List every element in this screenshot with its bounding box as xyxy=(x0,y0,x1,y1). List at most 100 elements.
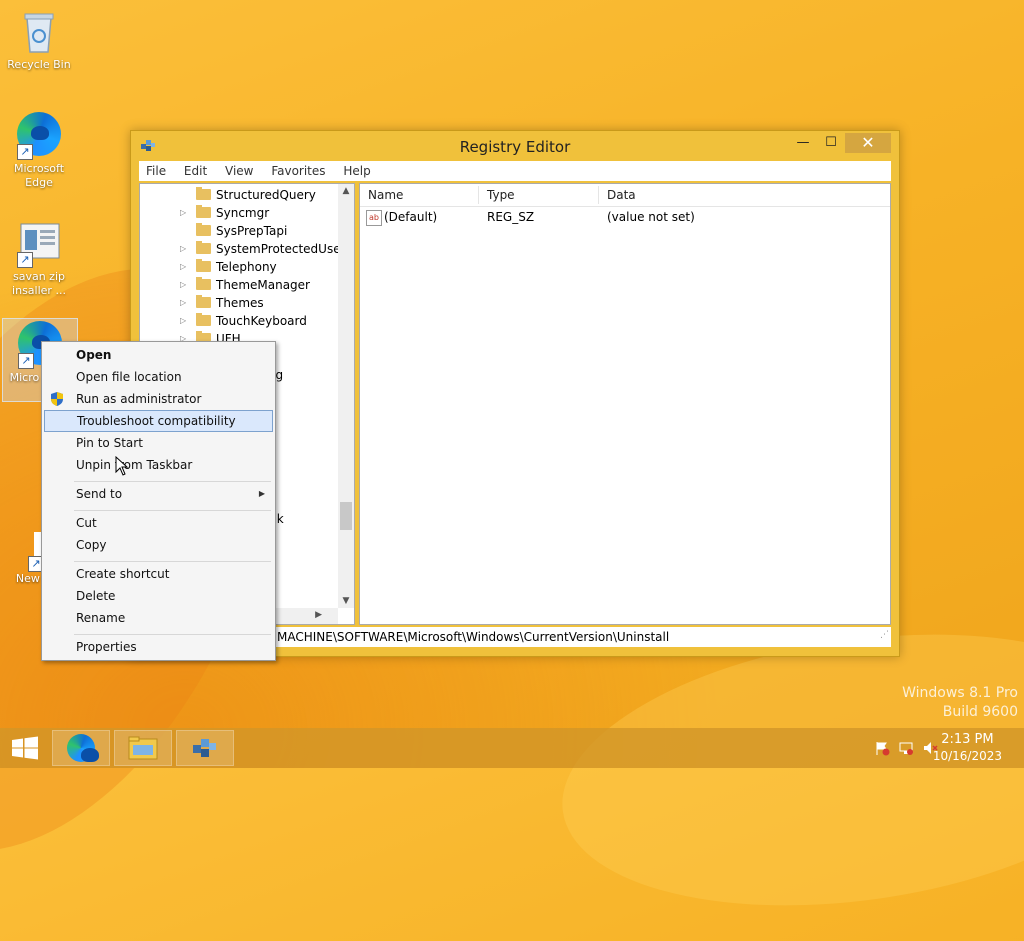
context-menu-item-unpin-from-taskbar[interactable]: Unpin from Taskbar xyxy=(44,454,273,476)
shortcut-arrow-icon: ↗ xyxy=(17,252,33,268)
value-row[interactable]: ab (Default) REG_SZ (value not set) xyxy=(360,210,890,228)
context-menu[interactable]: Open Open file location Run as administrat… xyxy=(41,341,276,661)
expand-arrow-icon[interactable]: ▷ xyxy=(180,294,186,312)
folder-icon xyxy=(196,241,211,254)
context-menu-item-label: Copy xyxy=(76,538,107,552)
title-bar[interactable]: Registry Editor — ☐ ✕ xyxy=(131,131,899,161)
windows-watermark: Windows 8.1 Pro Build 9600 xyxy=(902,684,1018,722)
context-menu-item-rename[interactable]: Rename xyxy=(44,607,273,629)
context-menu-item-label: Pin to Start xyxy=(76,436,143,450)
string-value-icon: ab xyxy=(366,210,382,226)
resize-grip-icon[interactable]: ⋰ xyxy=(880,625,889,645)
scroll-thumb[interactable] xyxy=(340,502,352,530)
desktop-icon-microsoft-edge[interactable]: ↗ Microsoft Edge xyxy=(3,110,75,190)
tree-node-label: SysPrepTapi xyxy=(216,224,288,238)
menu-separator xyxy=(74,510,271,511)
tree-node-label: Themes xyxy=(216,296,264,310)
clock-time: 2:13 PM xyxy=(941,732,994,747)
context-menu-item-label: Properties xyxy=(76,640,137,654)
window-title: Registry Editor xyxy=(459,138,571,156)
mouse-cursor-icon xyxy=(115,456,129,476)
menu-separator xyxy=(74,481,271,482)
desktop-icon-label: Recycle Bin xyxy=(7,58,71,71)
desktop-icon-label: Microsoft Edge xyxy=(13,162,65,189)
desktop-icon-savan-zip[interactable]: ↗ savan zip insaller ... xyxy=(3,220,75,298)
expand-arrow-icon[interactable]: ▷ xyxy=(180,240,186,258)
taskbar-registry-editor-button[interactable] xyxy=(176,730,234,766)
folder-icon xyxy=(196,187,211,200)
minimize-button[interactable]: — xyxy=(789,133,817,153)
tree-node-label: Telephony xyxy=(216,260,277,274)
expand-arrow-icon[interactable]: ▷ xyxy=(180,276,186,294)
network-icon[interactable] xyxy=(898,740,914,756)
context-menu-item-open-file-location[interactable]: Open file location xyxy=(44,366,273,388)
taskbar: 2:13 PM 10/16/2023 xyxy=(0,728,1024,768)
context-menu-item-cut[interactable]: Cut xyxy=(44,512,273,534)
shortcut-arrow-icon: ↗ xyxy=(17,144,33,160)
recycle-bin-icon xyxy=(24,13,54,53)
scroll-down-arrow-icon[interactable]: ▼ xyxy=(338,596,354,606)
context-menu-item-create-shortcut[interactable]: Create shortcut xyxy=(44,563,273,585)
maximize-button[interactable]: ☐ xyxy=(817,133,845,153)
tree-node-label: TouchKeyboard xyxy=(216,314,307,328)
value-type: REG_SZ xyxy=(487,210,535,224)
value-name: (Default) xyxy=(384,210,438,224)
status-path: MACHINE\SOFTWARE\Microsoft\Windows\Curre… xyxy=(277,630,670,644)
tree-node-label: SystemProtectedUserD xyxy=(216,242,355,256)
tree-node-label: Syncmgr xyxy=(216,206,270,220)
value-data: (value not set) xyxy=(607,210,695,224)
menu-view[interactable]: View xyxy=(218,161,260,178)
context-menu-item-label: Open xyxy=(76,348,112,362)
context-menu-item-label: Create shortcut xyxy=(76,567,170,581)
context-menu-item-run-as-administrator[interactable]: Run as administrator xyxy=(44,388,273,410)
menu-edit[interactable]: Edit xyxy=(177,161,214,178)
windows-logo-icon xyxy=(12,736,38,760)
context-menu-item-troubleshoot-compatibility[interactable]: Troubleshoot compatibility xyxy=(44,410,273,432)
start-button[interactable] xyxy=(0,728,50,768)
scroll-right-arrow-icon[interactable]: ▶ xyxy=(315,610,322,620)
context-menu-item-label: Rename xyxy=(76,611,126,625)
context-menu-item-properties[interactable]: Properties xyxy=(44,636,273,658)
folder-icon xyxy=(196,277,211,290)
context-menu-item-label: Send to xyxy=(76,487,123,501)
scroll-up-arrow-icon[interactable]: ▲ xyxy=(338,186,354,196)
context-menu-item-pin-to-start[interactable]: Pin to Start xyxy=(44,432,273,454)
values-list[interactable]: Name Type Data ab (Default) REG_SZ (valu… xyxy=(359,183,891,625)
tree-vertical-scrollbar[interactable]: ▲ ▼ xyxy=(338,184,354,608)
column-name[interactable]: Name xyxy=(368,188,403,202)
context-menu-item-label: Delete xyxy=(76,589,116,603)
folder-icon xyxy=(196,223,211,236)
menu-separator xyxy=(74,634,271,635)
column-type[interactable]: Type xyxy=(487,188,515,202)
clock-date: 10/16/2023 xyxy=(932,749,1002,763)
desktop-icon-label: savan zip insaller ... xyxy=(12,270,66,297)
expand-arrow-icon[interactable]: ▷ xyxy=(180,204,186,222)
menu-favorites[interactable]: Favorites xyxy=(264,161,332,178)
menu-file[interactable]: File xyxy=(139,161,173,178)
watermark-build: Build 9600 xyxy=(942,704,1018,720)
taskbar-edge-button[interactable] xyxy=(52,730,110,766)
taskbar-file-explorer-button[interactable] xyxy=(114,730,172,766)
context-menu-item-label: Unpin from Taskbar xyxy=(76,458,193,472)
column-data[interactable]: Data xyxy=(607,188,636,202)
context-menu-item-delete[interactable]: Delete xyxy=(44,585,273,607)
context-menu-item-open[interactable]: Open xyxy=(44,344,273,366)
expand-arrow-icon[interactable]: ▷ xyxy=(180,258,186,276)
shortcut-arrow-icon: ↗ xyxy=(18,353,34,369)
registry-editor-icon xyxy=(193,739,216,757)
menu-separator xyxy=(74,561,271,562)
desktop-icon-recycle-bin[interactable]: Recycle Bin xyxy=(3,8,75,72)
list-header: Name Type Data xyxy=(360,184,890,207)
tree-node-label: ThemeManager xyxy=(216,278,310,292)
context-menu-item-copy[interactable]: Copy xyxy=(44,534,273,556)
folder-icon xyxy=(196,295,211,308)
context-menu-item-send-to[interactable]: Send to ▶ xyxy=(44,483,273,505)
expand-arrow-icon[interactable]: ▷ xyxy=(180,312,186,330)
action-center-flag-icon[interactable] xyxy=(874,740,890,756)
system-clock[interactable]: 2:13 PM 10/16/2023 xyxy=(933,732,1002,764)
close-button[interactable]: ✕ xyxy=(845,133,891,153)
context-menu-item-label: Cut xyxy=(76,516,97,530)
context-menu-item-label: Open file location xyxy=(76,370,182,384)
menu-help[interactable]: Help xyxy=(336,161,377,178)
context-menu-item-label: Run as administrator xyxy=(76,392,202,406)
